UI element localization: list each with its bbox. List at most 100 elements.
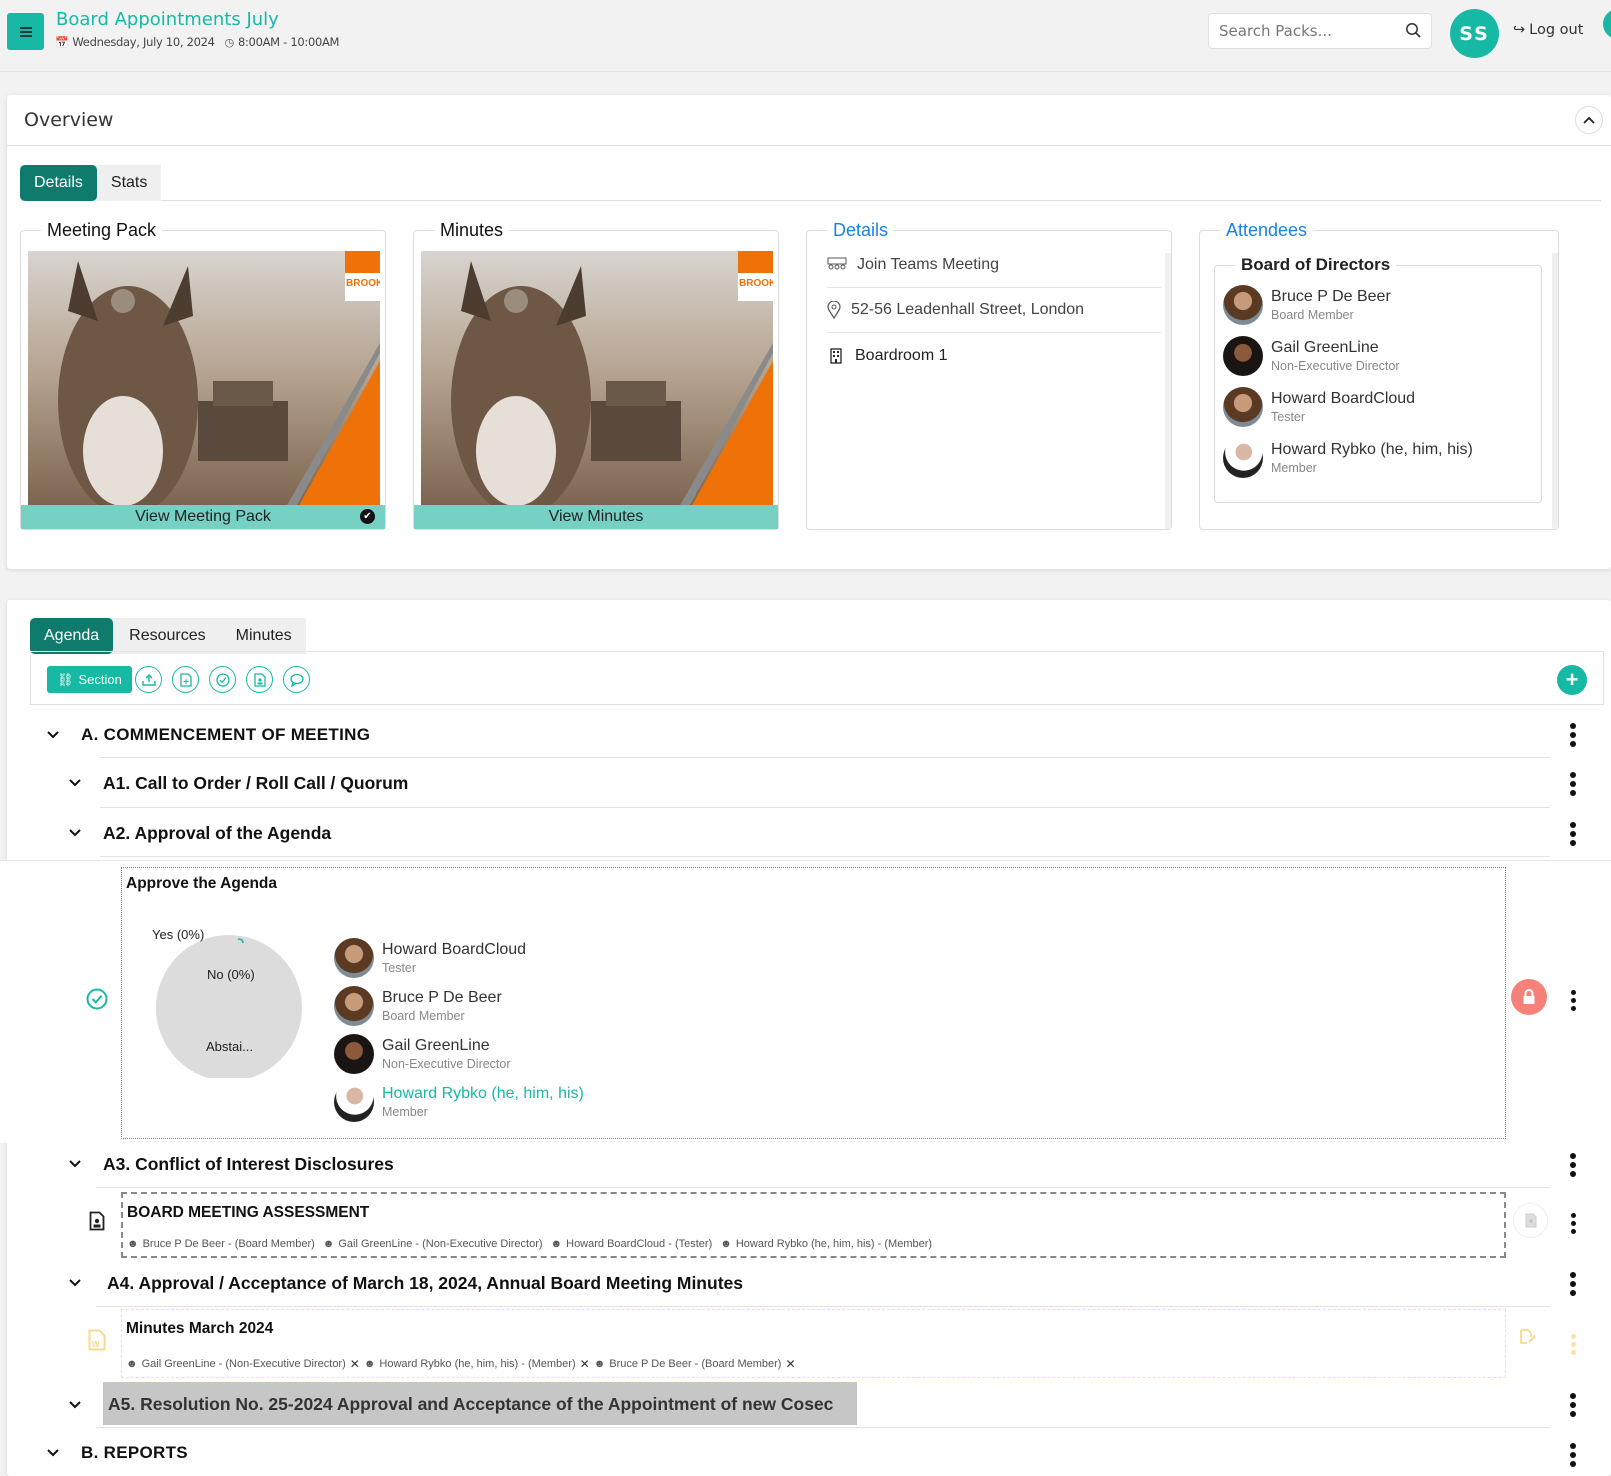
person-icon: ☻: [363, 1358, 376, 1370]
lock-icon: [1523, 989, 1535, 1004]
chevron-down-icon[interactable]: [46, 728, 60, 742]
assessment-assignees: ☻ Bruce P De Beer - (Board Member) ☻ Gail …: [127, 1238, 932, 1250]
tab-resources[interactable]: Resources: [113, 618, 221, 654]
overview-panel: Overview Details Stats Meeting Pack BROO…: [7, 95, 1611, 569]
detail-teams-meeting[interactable]: Join Teams Meeting: [827, 243, 1161, 288]
tab-details[interactable]: Details: [20, 165, 97, 201]
divider: [96, 1187, 1550, 1188]
detail-address: 52-56 Leadenhall Street, London: [827, 288, 1161, 333]
search-icon[interactable]: [1405, 22, 1421, 38]
more-options-icon[interactable]: [1570, 1213, 1576, 1234]
avatar: [1223, 335, 1263, 376]
tab-agenda[interactable]: Agenda: [30, 618, 114, 654]
assignee-tag: Howard BoardCloud - (Tester): [566, 1238, 713, 1250]
upload-button[interactable]: [135, 666, 162, 693]
minutes-document-card[interactable]: Minutes March 2024 ☻ Gail GreenLine - (No…: [121, 1309, 1506, 1378]
person-icon: ☻: [322, 1238, 335, 1250]
attendee-role: Tester: [1271, 409, 1306, 424]
agenda-section-title[interactable]: B. REPORTS: [81, 1443, 188, 1463]
attendee-name: Howard BoardCloud: [1271, 389, 1416, 407]
more-options-icon[interactable]: [1570, 822, 1576, 846]
puzzle-icon: ⛓: [57, 671, 74, 687]
vote-title: Approve the Agenda: [126, 875, 277, 892]
view-meeting-pack-button[interactable]: View Meeting Pack ✔: [21, 505, 385, 529]
assessment-action-button[interactable]: [1513, 1203, 1548, 1238]
minutes-box: Minutes BROOKE View Minutes: [413, 220, 779, 530]
upload-icon: [141, 673, 156, 686]
assessment-document-icon: [89, 1211, 105, 1231]
remove-icon[interactable]: ✕: [350, 1357, 360, 1371]
search-input[interactable]: [1209, 14, 1389, 48]
avatar: [334, 986, 374, 1026]
add-assessment-button[interactable]: [246, 666, 273, 693]
detail-room: Boardroom 1: [827, 333, 1161, 378]
person-icon: ☻: [127, 1238, 139, 1250]
more-options-icon[interactable]: [1570, 723, 1576, 747]
agenda-item-title[interactable]: A3. Conflict of Interest Disclosures: [103, 1154, 394, 1175]
scrollbar[interactable]: [1165, 253, 1171, 529]
person-icon: ☻: [126, 1358, 138, 1370]
remove-icon[interactable]: ✕: [580, 1357, 590, 1371]
edit-document-icon[interactable]: [1519, 1328, 1537, 1346]
menu-button[interactable]: [7, 13, 44, 50]
logout-link[interactable]: ↪ Log out: [1513, 22, 1583, 38]
location-pin-icon: [827, 301, 841, 319]
chevron-down-icon[interactable]: [68, 1276, 82, 1290]
more-options-icon[interactable]: [1570, 772, 1576, 796]
add-document-button[interactable]: [172, 666, 199, 693]
assessment-card[interactable]: BOARD MEETING ASSESSMENT ☻ Bruce P De Bee…: [121, 1192, 1506, 1258]
add-item-button[interactable]: +: [1557, 665, 1587, 695]
voter-item[interactable]: Howard Rybko (he, him, his) Member: [334, 1078, 584, 1126]
attendee-item[interactable]: Gail GreenLine Non-Executive Director: [1215, 330, 1541, 381]
voter-item[interactable]: Howard BoardCloud Tester: [334, 934, 584, 982]
chevron-down-icon[interactable]: [68, 826, 82, 840]
agenda-item-title[interactable]: A1. Call to Order / Roll Call / Quorum: [103, 773, 408, 794]
more-options-icon[interactable]: [1570, 1393, 1576, 1417]
lock-button[interactable]: [1511, 979, 1547, 1015]
attendee-item[interactable]: Bruce P De Beer Board Member: [1215, 279, 1541, 330]
chevron-down-icon[interactable]: [68, 776, 82, 790]
chevron-down-icon[interactable]: [68, 1157, 82, 1171]
more-options-icon[interactable]: [1570, 1443, 1576, 1467]
avatar: [334, 1034, 374, 1074]
add-section-button[interactable]: ⛓ Section: [47, 666, 132, 693]
voter-name: Gail GreenLine: [382, 1037, 490, 1054]
agenda-item-title[interactable]: A4. Approval / Acceptance of March 18, 2…: [107, 1273, 743, 1294]
meeting-pack-box: Meeting Pack BROOKE View Meeting Pack: [20, 220, 386, 530]
collapse-button[interactable]: [1575, 106, 1603, 134]
view-minutes-button[interactable]: View Minutes: [414, 505, 778, 529]
attendee-item[interactable]: Howard BoardCloud Tester: [1215, 381, 1541, 432]
attendee-item[interactable]: Howard Rybko (he, him, his) Member: [1215, 432, 1541, 483]
add-comment-button[interactable]: [283, 666, 310, 693]
agenda-item-title[interactable]: A2. Approval of the Agenda: [103, 823, 331, 844]
scrollbar[interactable]: [1552, 253, 1558, 529]
vote-pie-chart: Yes (0%) No (0%) Abstai...: [152, 927, 302, 1078]
voter-role: Member: [382, 1105, 428, 1119]
pie-slice-abstain: [156, 935, 302, 1078]
more-options-icon[interactable]: [1570, 1272, 1576, 1296]
agenda-tabs: Agenda Resources Minutes: [30, 618, 306, 654]
add-document-icon: [179, 672, 192, 687]
donkey-photo: BROOKE: [28, 251, 380, 507]
more-options-icon[interactable]: [1570, 990, 1576, 1011]
remove-icon[interactable]: ✕: [785, 1357, 795, 1371]
agenda-item-title[interactable]: A5. Resolution No. 25-2024 Approval and …: [108, 1394, 856, 1415]
user-avatar[interactable]: SS: [1450, 9, 1499, 58]
partial-avatar[interactable]: [1603, 9, 1611, 39]
chevron-down-icon[interactable]: [68, 1398, 82, 1412]
voter-item[interactable]: Gail GreenLine Non-Executive Director: [334, 1030, 584, 1078]
chevron-down-icon[interactable]: [46, 1446, 60, 1460]
meeting-pack-thumbnail[interactable]: BROOKE: [28, 251, 380, 507]
agenda-section-title[interactable]: A. COMMENCEMENT OF MEETING: [81, 725, 370, 745]
assignee-tag: Bruce P De Beer - (Board Member): [609, 1358, 782, 1370]
attendee-group: Board of Directors Bruce P De Beer Board …: [1214, 255, 1542, 503]
tab-stats[interactable]: Stats: [97, 165, 161, 201]
meeting-time: 8:00AM - 10:00AM: [237, 35, 340, 49]
more-options-icon[interactable]: [1570, 1334, 1576, 1355]
minutes-thumbnail[interactable]: BROOKE: [421, 251, 773, 507]
more-options-icon[interactable]: [1570, 1153, 1576, 1177]
add-vote-button[interactable]: [209, 666, 236, 693]
voter-item[interactable]: Bruce P De Beer Board Member: [334, 982, 584, 1030]
vote-card[interactable]: Approve the Agenda Yes (0%) No (0%) Abst…: [121, 867, 1506, 1139]
tab-minutes[interactable]: Minutes: [222, 618, 306, 654]
